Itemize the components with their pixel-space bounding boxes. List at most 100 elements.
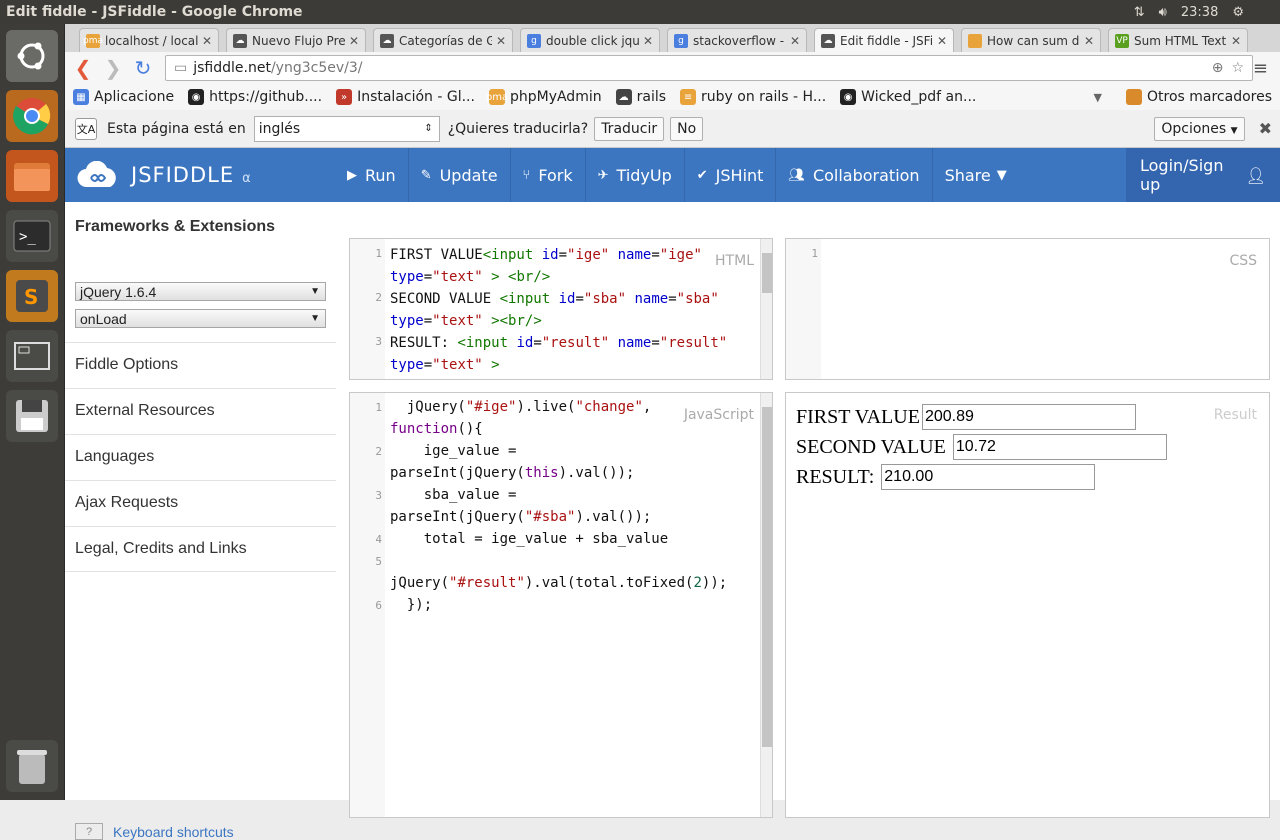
tidyup-button[interactable]: ✈ TidyUp: [586, 148, 685, 202]
no-button[interactable]: No: [670, 116, 704, 141]
tab-1[interactable]: pma localhost / localh ✕: [79, 28, 219, 52]
pma-icon: pma: [486, 89, 508, 105]
tab-close-icon[interactable]: ✕: [349, 34, 359, 48]
cloud-icon: ☁: [615, 89, 632, 105]
url-path: /yng3c5ev/3/: [270, 60, 363, 76]
tab-close-icon[interactable]: ✕: [496, 34, 506, 48]
sidebar-item-languages[interactable]: Languages: [65, 434, 336, 480]
tab-4[interactable]: g double click jque ✕: [520, 28, 660, 52]
jshint-button[interactable]: ✔ JSHint: [685, 148, 777, 202]
login-button[interactable]: Login/Sign up 👤︎: [1126, 148, 1280, 202]
jsfiddle-logo[interactable]: JSFIDDLE α: [77, 161, 335, 189]
options-button[interactable]: Opciones ▼: [1154, 116, 1245, 141]
trash-icon[interactable]: [6, 740, 58, 792]
keyboard-shortcuts-link[interactable]: ? Keyboard shortcuts: [75, 823, 234, 840]
tab-close-icon[interactable]: ✕: [790, 34, 800, 48]
users-icon: 👥︎: [788, 167, 805, 183]
result-input[interactable]: 210.00: [881, 464, 1096, 490]
framework-select[interactable]: jQuery 1.6.4 ▼: [75, 282, 326, 301]
window-title: Edit fiddle - JSFiddle - Google Chrome: [6, 4, 303, 20]
tab-3[interactable]: ☁ Categorías de Ga ✕: [373, 28, 513, 52]
css-label: CSS: [1225, 251, 1261, 271]
line-number: 3: [375, 489, 382, 502]
tab-5[interactable]: g stackoverflow - B ✕: [667, 28, 807, 52]
result-label: Result: [1209, 405, 1261, 425]
browser-toolbar: ❮ ❯ ↻ ▭ jsfiddle.net/yng3c5ev/3/ ⊕ ☆ ≡: [65, 52, 1280, 84]
tab-close-icon[interactable]: ✕: [937, 34, 947, 48]
tab-close-icon[interactable]: ✕: [1084, 34, 1094, 48]
translate-button[interactable]: Traducir: [594, 116, 665, 141]
close-icon[interactable]: ✖: [1259, 119, 1272, 138]
first-value-input[interactable]: 200.89: [921, 404, 1136, 430]
share-button[interactable]: Share ▼: [933, 148, 1019, 202]
g-favicon-icon: g: [527, 33, 541, 48]
sidebar-item-external-resources[interactable]: External Resources: [65, 388, 336, 434]
volume-icon[interactable]: 🔊︎: [1159, 5, 1167, 20]
workspace-switcher-icon[interactable]: [6, 330, 58, 382]
language-select[interactable]: inglés ⇕: [253, 115, 440, 142]
translate-bar: 文A Esta página está en inglés ⇕ ¿Quieres…: [65, 110, 1280, 148]
clock[interactable]: 23:38: [1181, 5, 1218, 20]
update-button[interactable]: ✎ Update: [409, 148, 511, 202]
javascript-scrollbar[interactable]: [760, 393, 772, 817]
bookmark-item[interactable]: ≡ ruby on rails - H...: [680, 89, 826, 105]
power-icon[interactable]: ⚙: [1232, 5, 1244, 20]
network-icon[interactable]: ⇅: [1134, 5, 1145, 20]
html-code[interactable]: FIRST VALUE<input id="ige" name="ige" ty…: [390, 244, 727, 376]
save-disk-icon[interactable]: [6, 390, 58, 442]
translate-question: ¿Quieres traducirla?: [447, 120, 589, 137]
sidebar-item-legal[interactable]: Legal, Credits and Links: [65, 526, 336, 572]
sidebar-item-fiddle-options[interactable]: Fiddle Options: [65, 342, 336, 388]
tab-title: Nuevo Flujo Pres: [252, 33, 345, 48]
bookmark-item[interactable]: » Instalación - Gl...: [336, 89, 475, 105]
html-scrollbar[interactable]: [760, 239, 772, 379]
line-gutter: 1 2 3: [350, 239, 385, 379]
back-icon[interactable]: ❮: [71, 56, 95, 80]
zoom-icon[interactable]: ⊕: [1212, 60, 1224, 76]
line-number: 3: [375, 335, 382, 348]
load-type-select[interactable]: onLoad ▼: [75, 309, 326, 328]
menu-icon[interactable]: ≡: [1253, 58, 1268, 79]
bookmark-item[interactable]: ◉ https://github....: [188, 89, 322, 105]
fork-button[interactable]: ⑂ Fork: [511, 148, 586, 202]
tab-8[interactable]: VP Sum HTML Textbc ✕: [1108, 28, 1248, 52]
css-panel[interactable]: 1 CSS: [785, 238, 1270, 380]
ubuntu-dash-icon[interactable]: [6, 30, 58, 82]
bookmark-item[interactable]: ☁ rails: [615, 89, 666, 105]
line-number: 1: [375, 401, 382, 414]
sublime-text-icon[interactable]: S: [6, 270, 58, 322]
second-value-input[interactable]: 10.72: [952, 434, 1167, 460]
chrome-icon[interactable]: [6, 90, 58, 142]
terminal-icon[interactable]: >_: [6, 210, 58, 262]
bookmark-item[interactable]: ◉ Wicked_pdf an...: [840, 89, 976, 105]
jsfiddle-header: JSFIDDLE α ▶ Run ✎ Update ⑂ Fork ✈ TidyUp ✔ J…: [65, 148, 1280, 202]
collaboration-button[interactable]: 👥︎ Collaboration: [776, 148, 933, 202]
sidebar-item-ajax-requests[interactable]: Ajax Requests: [65, 480, 336, 526]
bookmark-item[interactable]: pma phpMyAdmin: [486, 89, 602, 105]
line-number: 5: [375, 555, 382, 568]
bookmark-star-icon[interactable]: ☆: [1231, 60, 1244, 76]
files-icon[interactable]: [6, 150, 58, 202]
pencil-icon: ✎: [420, 167, 432, 183]
github-icon: ◉: [188, 89, 205, 105]
javascript-code[interactable]: jQuery("#ige").live("change", function()…: [390, 396, 727, 616]
other-bookmarks[interactable]: Otros marcadores: [1125, 89, 1272, 105]
tab-close-icon[interactable]: ✕: [643, 34, 653, 48]
tab-close-icon[interactable]: ✕: [202, 34, 212, 48]
tab-7[interactable]: How can sum dec ✕: [961, 28, 1101, 52]
tab-6[interactable]: ☁ Edit fiddle - JSFic ✕: [814, 28, 954, 52]
address-bar[interactable]: ▭ jsfiddle.net/yng3c5ev/3/ ⊕ ☆: [165, 55, 1253, 81]
html-panel[interactable]: 1 2 3 FIRST VALUE<input id="ige" name="i…: [349, 238, 773, 380]
fork-icon: ⑂: [522, 167, 531, 183]
javascript-panel[interactable]: 1 2 3 4 5 6 jQuery("#ige").live("change"…: [349, 392, 773, 818]
tab-close-icon[interactable]: ✕: [1231, 34, 1241, 48]
bookmark-item[interactable]: ▦ Aplicacione: [73, 89, 174, 105]
select-arrow-icon: ▼: [310, 313, 320, 324]
run-button[interactable]: ▶ Run: [335, 148, 409, 202]
tab-2[interactable]: ☁ Nuevo Flujo Pres ✕: [226, 28, 366, 52]
html-label: HTML: [711, 251, 758, 271]
bookmarks-overflow-icon[interactable]: ▼: [1094, 91, 1102, 104]
reload-icon[interactable]: ↻: [131, 56, 155, 80]
line-number: 6: [375, 599, 382, 612]
forward-icon[interactable]: ❯: [101, 56, 125, 80]
